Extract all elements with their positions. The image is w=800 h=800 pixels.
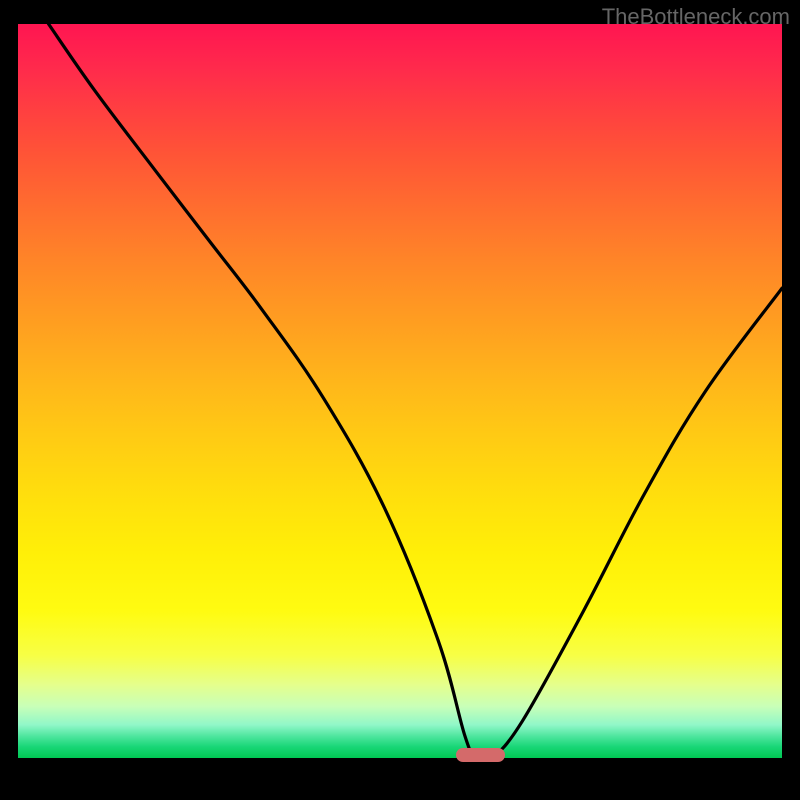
optimal-marker: [456, 748, 505, 761]
watermark-text: TheBottleneck.com: [602, 4, 790, 30]
curve-path: [49, 24, 782, 758]
bottleneck-curve: [18, 24, 782, 758]
chart-container: [18, 24, 782, 784]
